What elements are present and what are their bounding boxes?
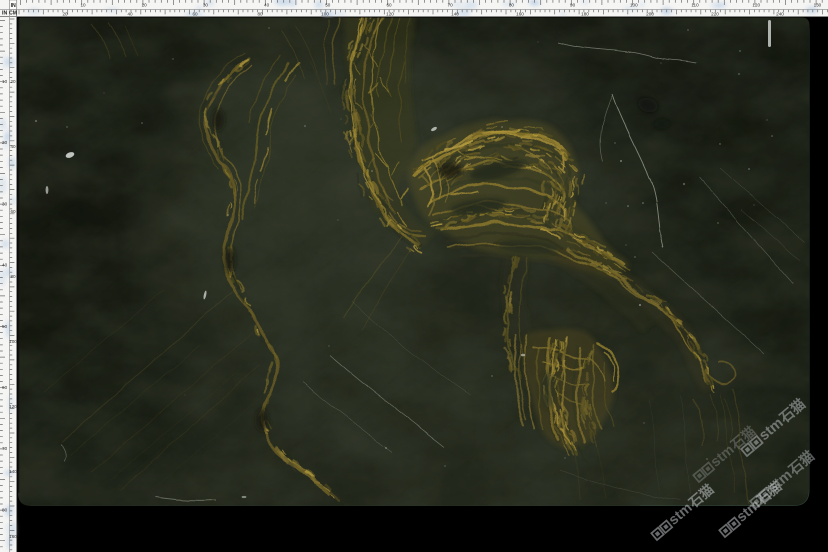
svg-text:60: 60: [2, 385, 8, 390]
svg-text:80: 80: [10, 274, 16, 279]
svg-text:100: 100: [630, 2, 638, 7]
svg-text:IN: IN: [2, 11, 7, 17]
svg-text:140: 140: [451, 12, 459, 17]
svg-text:180: 180: [581, 12, 589, 17]
svg-text:90: 90: [570, 2, 576, 7]
svg-text:220: 220: [711, 12, 719, 17]
svg-text:40: 40: [264, 2, 270, 7]
svg-text:50: 50: [2, 324, 8, 329]
svg-text:100: 100: [321, 12, 329, 17]
svg-text:30: 30: [203, 2, 209, 7]
svg-text:20: 20: [142, 2, 148, 7]
svg-text:20: 20: [10, 79, 16, 84]
svg-text:200: 200: [646, 12, 654, 17]
svg-text:70: 70: [448, 2, 454, 7]
svg-text:160: 160: [9, 534, 17, 539]
svg-text:CM: CM: [9, 11, 17, 17]
svg-text:60: 60: [386, 2, 392, 7]
svg-text:50: 50: [325, 2, 331, 7]
svg-text:120: 120: [386, 12, 394, 17]
svg-text:10: 10: [2, 79, 8, 84]
svg-text:20: 20: [2, 140, 8, 145]
svg-text:60: 60: [10, 209, 16, 214]
svg-text:60: 60: [192, 12, 198, 17]
svg-text:40: 40: [10, 144, 16, 149]
svg-text:30: 30: [2, 201, 8, 206]
svg-text:120: 120: [752, 2, 760, 7]
svg-text:120: 120: [9, 404, 17, 409]
svg-text:70: 70: [2, 446, 8, 451]
svg-text:100: 100: [9, 339, 17, 344]
svg-text:80: 80: [257, 12, 263, 17]
svg-text:20: 20: [62, 12, 68, 17]
svg-text:160: 160: [516, 12, 524, 17]
svg-text:140: 140: [9, 469, 17, 474]
svg-text:130: 130: [814, 2, 822, 7]
svg-text:40: 40: [2, 263, 8, 268]
svg-text:240: 240: [776, 12, 784, 17]
svg-text:40: 40: [127, 12, 133, 17]
svg-text:80: 80: [2, 507, 8, 512]
svg-text:80: 80: [509, 2, 515, 7]
svg-text:10: 10: [80, 2, 86, 7]
svg-text:110: 110: [691, 2, 699, 7]
svg-text:IN: IN: [11, 3, 16, 9]
